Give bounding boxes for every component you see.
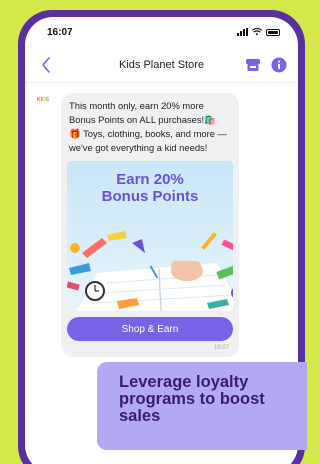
promo-title-line2: Bonus Points bbox=[101, 188, 199, 205]
header-actions bbox=[244, 56, 288, 74]
battery-icon bbox=[266, 28, 280, 36]
message-timestamp: 16:07 bbox=[213, 345, 229, 351]
store-icon bbox=[246, 58, 260, 71]
status-icons bbox=[237, 28, 280, 36]
school-supplies-illustration bbox=[67, 231, 233, 311]
info-button[interactable] bbox=[270, 56, 288, 74]
message-bubble: This month only, earn 20% more Bonus Poi… bbox=[61, 93, 239, 357]
promo-title: Earn 20% Bonus Points bbox=[67, 171, 233, 205]
promo-title-line1: Earn 20% bbox=[116, 171, 184, 188]
chevron-left-icon bbox=[42, 56, 50, 73]
message-text-1: This month only, earn 20% more Bonus Poi… bbox=[69, 100, 216, 125]
store-button[interactable] bbox=[244, 56, 262, 74]
message-text-2: 🎁 Toys, clothing, books, and more — we'v… bbox=[69, 128, 227, 153]
back-button[interactable] bbox=[35, 54, 57, 76]
wifi-icon bbox=[252, 28, 262, 36]
status-time: 16:07 bbox=[47, 26, 73, 38]
caption-card: Leverage loyalty programs to boost sales bbox=[97, 362, 307, 450]
chat-area: KIDS This month only, earn 20% more Bonu… bbox=[25, 83, 298, 357]
caption-text: Leverage loyalty programs to boost sales bbox=[119, 373, 265, 425]
info-icon bbox=[271, 57, 287, 72]
sender-logo: KIDS bbox=[37, 97, 49, 103]
status-bar: 16:07 bbox=[25, 17, 298, 47]
chat-header: Kids Planet Store bbox=[25, 47, 298, 83]
shop-and-earn-button[interactable]: Shop & Earn bbox=[67, 317, 233, 341]
promo-image[interactable]: Earn 20% Bonus Points bbox=[67, 161, 233, 311]
signal-icon bbox=[237, 28, 248, 36]
